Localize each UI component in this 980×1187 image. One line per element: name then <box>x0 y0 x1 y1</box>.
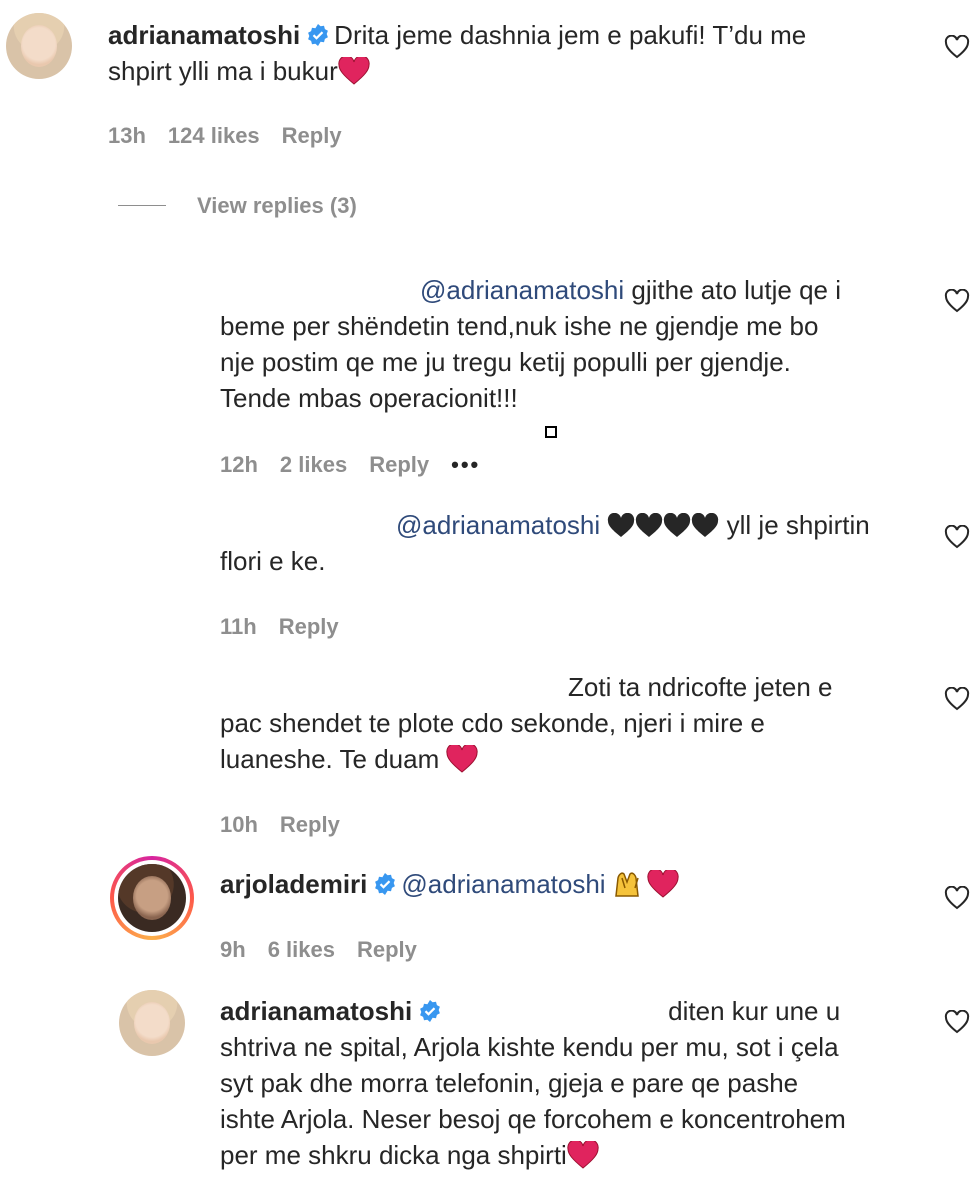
username[interactable]: arjolademiri <box>220 869 367 899</box>
verified-badge-icon <box>308 24 329 46</box>
username[interactable]: adrianamatoshi <box>108 20 300 50</box>
comment-text: ishte Arjola. Neser besoj qe forcohem e … <box>220 1104 846 1134</box>
cursor-marker <box>545 426 557 438</box>
mention-link[interactable]: @adrianamatoshi <box>401 869 605 899</box>
reply-button[interactable]: Reply <box>357 937 417 962</box>
reply-button[interactable]: Reply <box>279 614 339 639</box>
likes-count[interactable]: 6 likes <box>268 937 335 962</box>
comment-text: beme per shëndetin tend,nuk ishe ne gjen… <box>220 311 819 341</box>
timestamp[interactable]: 12h <box>220 452 258 477</box>
raised-hands-emoji <box>614 872 639 897</box>
comment-text: Zoti ta ndricofte jeten e <box>568 672 833 702</box>
heart-outline-icon[interactable] <box>944 525 970 549</box>
comment-text: per me shkru dicka nga shpirti <box>220 1140 567 1170</box>
comment-text: gjithe ato lutje qe i <box>631 275 841 305</box>
comment-meta: 13h 124 likes Reply <box>108 123 364 149</box>
avatar[interactable] <box>6 13 72 79</box>
timestamp[interactable]: 10h <box>220 812 258 837</box>
likes-count[interactable]: 2 likes <box>280 452 347 477</box>
comment-text: shtriva ne spital, Arjola kishte kendu p… <box>220 1032 839 1062</box>
comment-text: yll je shpirtin <box>726 510 870 540</box>
username[interactable]: adrianamatoshi <box>220 996 412 1026</box>
timestamp[interactable]: 11h <box>220 614 257 639</box>
red-heart-emoji <box>446 745 479 773</box>
black-heart-emoji <box>608 513 719 537</box>
comment-meta: 12h 2 likes Reply ••• <box>220 452 502 478</box>
comment-meta: 11h Reply <box>220 614 361 640</box>
verified-badge-icon <box>375 873 396 895</box>
reply-button[interactable]: Reply <box>282 123 342 148</box>
heart-outline-icon[interactable] <box>944 1010 970 1034</box>
timestamp[interactable]: 9h <box>220 937 246 962</box>
comment-text: Tende mbas operacionit!!! <box>220 383 518 413</box>
red-heart-emoji <box>338 57 370 85</box>
likes-count[interactable]: 124 likes <box>168 123 260 148</box>
comment-text: syt pak dhe morra telefonin, gjeja e par… <box>220 1068 799 1098</box>
verified-badge-icon <box>420 1000 441 1022</box>
comment-text: flori e ke. <box>220 546 326 576</box>
more-options-button[interactable]: ••• <box>451 452 480 477</box>
heart-outline-icon[interactable] <box>944 886 970 910</box>
mention-link[interactable]: @adrianamatoshi <box>396 510 600 540</box>
comment-text: Drita jeme dashnia jem e pakufi! T’du me <box>334 20 807 50</box>
comment-text: luaneshe. Te duam <box>220 744 440 774</box>
comment-text: diten kur une u <box>668 996 841 1026</box>
comment-meta: 10h Reply <box>220 812 362 838</box>
view-replies-button[interactable]: View replies (3) <box>197 193 357 219</box>
comment-text: pac shendet te plote cdo sekonde, njeri … <box>220 708 765 738</box>
comment-text: nje postim qe me ju tregu ketij populli … <box>220 347 791 377</box>
divider <box>118 205 166 206</box>
timestamp[interactable]: 13h <box>108 123 146 148</box>
mention-link[interactable]: @adrianamatoshi <box>420 275 624 305</box>
comment-text: shpirt ylli ma i bukur <box>108 56 338 86</box>
heart-outline-icon[interactable] <box>944 289 970 313</box>
heart-outline-icon[interactable] <box>944 35 970 59</box>
avatar[interactable] <box>119 990 185 1056</box>
red-heart-emoji <box>567 1141 599 1169</box>
avatar[interactable] <box>118 864 186 932</box>
reply-button[interactable]: Reply <box>369 452 429 477</box>
comment-meta: 9h 6 likes Reply <box>220 937 439 963</box>
red-heart-emoji <box>647 870 679 898</box>
heart-outline-icon[interactable] <box>944 687 970 711</box>
reply-button[interactable]: Reply <box>280 812 340 837</box>
